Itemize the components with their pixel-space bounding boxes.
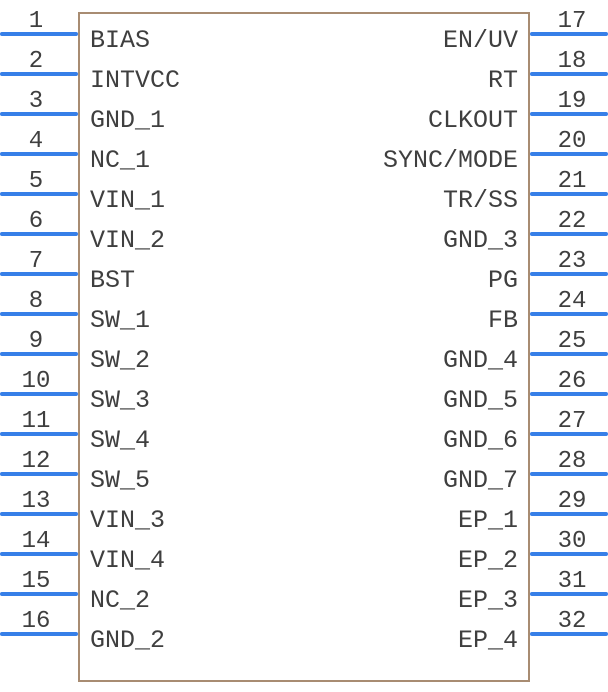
pin-number-right: 20 xyxy=(542,128,602,155)
pin-number-left: 6 xyxy=(6,208,66,235)
pin-number-right: 23 xyxy=(542,248,602,275)
signal-name-right: GND_7 xyxy=(443,466,518,495)
signal-name-right: TR/SS xyxy=(443,186,518,215)
signal-name-left: BIAS xyxy=(90,26,150,55)
signal-name-right: GND_5 xyxy=(443,386,518,415)
pin-row: 9SW_225GND_4 xyxy=(0,332,608,372)
signal-name-right: GND_6 xyxy=(443,426,518,455)
pin-row: 10SW_326GND_5 xyxy=(0,372,608,412)
pin-number-right: 31 xyxy=(542,568,602,595)
pin-row: 15NC_231EP_3 xyxy=(0,572,608,612)
pin-number-left: 2 xyxy=(6,48,66,75)
pin-number-right: 27 xyxy=(542,408,602,435)
signal-name-right: EP_2 xyxy=(458,546,518,575)
signal-name-right: PG xyxy=(488,266,518,295)
pin-number-left: 3 xyxy=(6,88,66,115)
pin-number-right: 17 xyxy=(542,8,602,35)
signal-name-right: GND_3 xyxy=(443,226,518,255)
pin-number-left: 15 xyxy=(6,568,66,595)
pin-number-right: 18 xyxy=(542,48,602,75)
signal-name-left: NC_1 xyxy=(90,146,150,175)
pin-number-right: 32 xyxy=(542,608,602,635)
signal-name-left: GND_2 xyxy=(90,626,165,655)
signal-name-right: EN/UV xyxy=(443,26,518,55)
signal-name-left: SW_4 xyxy=(90,426,150,455)
signal-name-right: RT xyxy=(488,66,518,95)
pin-number-right: 24 xyxy=(542,288,602,315)
signal-name-right: FB xyxy=(488,306,518,335)
pin-number-right: 25 xyxy=(542,328,602,355)
pin-number-left: 1 xyxy=(6,8,66,35)
pin-row: 6VIN_222GND_3 xyxy=(0,212,608,252)
signal-name-left: VIN_1 xyxy=(90,186,165,215)
signal-name-left: VIN_4 xyxy=(90,546,165,575)
pin-row: 4NC_120SYNC/MODE xyxy=(0,132,608,172)
signal-name-left: SW_5 xyxy=(90,466,150,495)
signal-name-left: VIN_3 xyxy=(90,506,165,535)
signal-name-left: SW_2 xyxy=(90,346,150,375)
pin-number-left: 4 xyxy=(6,128,66,155)
pin-number-left: 5 xyxy=(6,168,66,195)
pin-row: 13VIN_329EP_1 xyxy=(0,492,608,532)
pin-number-right: 26 xyxy=(542,368,602,395)
pin-number-left: 14 xyxy=(6,528,66,555)
pin-row: 3GND_119CLKOUT xyxy=(0,92,608,132)
pin-row: 5VIN_121TR/SS xyxy=(0,172,608,212)
pin-number-right: 19 xyxy=(542,88,602,115)
pin-number-right: 21 xyxy=(542,168,602,195)
pin-row: 12SW_528GND_7 xyxy=(0,452,608,492)
pin-number-left: 11 xyxy=(6,408,66,435)
pin-row: 16GND_232EP_4 xyxy=(0,612,608,652)
pin-row: 14VIN_430EP_2 xyxy=(0,532,608,572)
signal-name-left: SW_3 xyxy=(90,386,150,415)
signal-name-right: EP_4 xyxy=(458,626,518,655)
pin-number-right: 29 xyxy=(542,488,602,515)
pin-number-left: 16 xyxy=(6,608,66,635)
signal-name-left: GND_1 xyxy=(90,106,165,135)
pin-row: 7BST23PG xyxy=(0,252,608,292)
signal-name-left: NC_2 xyxy=(90,586,150,615)
pin-row: 1BIAS17EN/UV xyxy=(0,12,608,52)
pin-number-left: 9 xyxy=(6,328,66,355)
signal-name-left: SW_1 xyxy=(90,306,150,335)
pin-row: 11SW_427GND_6 xyxy=(0,412,608,452)
signal-name-left: INTVCC xyxy=(90,66,180,95)
pin-number-left: 12 xyxy=(6,448,66,475)
pin-number-left: 10 xyxy=(6,368,66,395)
pin-row: 8SW_124FB xyxy=(0,292,608,332)
signal-name-left: VIN_2 xyxy=(90,226,165,255)
pin-number-left: 7 xyxy=(6,248,66,275)
pin-number-right: 22 xyxy=(542,208,602,235)
signal-name-right: GND_4 xyxy=(443,346,518,375)
signal-name-right: SYNC/MODE xyxy=(383,146,518,175)
signal-name-right: CLKOUT xyxy=(428,106,518,135)
pin-number-right: 30 xyxy=(542,528,602,555)
pin-number-right: 28 xyxy=(542,448,602,475)
signal-name-left: BST xyxy=(90,266,135,295)
pin-number-left: 13 xyxy=(6,488,66,515)
pin-number-left: 8 xyxy=(6,288,66,315)
signal-name-right: EP_1 xyxy=(458,506,518,535)
pin-row: 2INTVCC18RT xyxy=(0,52,608,92)
signal-name-right: EP_3 xyxy=(458,586,518,615)
